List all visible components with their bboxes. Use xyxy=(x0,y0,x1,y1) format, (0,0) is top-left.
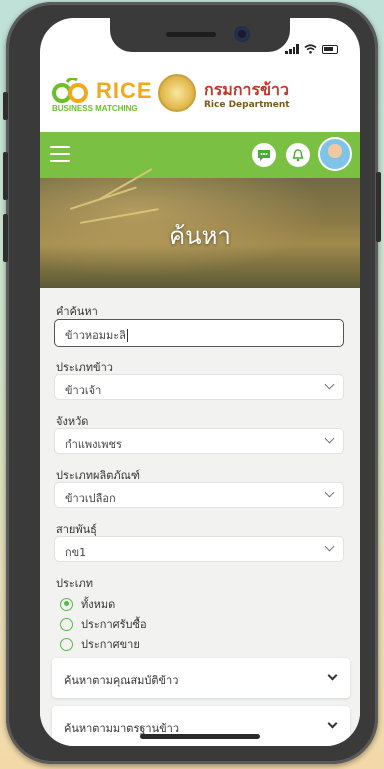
chevron-down-icon xyxy=(324,487,335,498)
radio-option-sell[interactable]: ประกาศขาย xyxy=(60,635,140,653)
hero-banner: ค้นหา xyxy=(40,168,360,288)
volume-down-button xyxy=(3,214,8,262)
notch xyxy=(110,18,290,52)
rice-type-value: ข้าวเจ้า xyxy=(65,384,102,397)
screen: RICE BUSINESS MATCHING กรมการข้าว Rice D… xyxy=(40,18,360,746)
speaker xyxy=(166,32,216,37)
chevron-down-icon xyxy=(327,670,338,681)
chevron-down-icon xyxy=(327,718,338,729)
radio-label: ประกาศขาย xyxy=(81,638,140,651)
accordion-rice-properties[interactable]: ค้นหาตามคุณสมบัติข้าว xyxy=(52,658,350,698)
rice-business-matching-logo[interactable]: RICE BUSINESS MATCHING xyxy=(52,76,152,116)
rice-type-select[interactable]: ข้าวเจ้า xyxy=(54,374,344,400)
radio-button[interactable] xyxy=(60,597,73,611)
battery-icon xyxy=(322,44,338,54)
keyword-value: ข้าวหอมมะลิ xyxy=(65,329,126,342)
radio-button[interactable] xyxy=(60,637,73,651)
variety-value: กข1 xyxy=(65,546,87,559)
signal-icon xyxy=(285,44,299,54)
rbm-logo-text: RICE xyxy=(96,78,153,103)
province-select[interactable]: กำแพงเพชร xyxy=(54,428,344,454)
rbm-logo-subtext: BUSINESS MATCHING xyxy=(52,104,138,113)
search-form: คำค้นหา ข้าวหอมมะลิ ประเภทข้าว ข้าวเจ้า … xyxy=(40,288,360,746)
page-title: ค้นหา xyxy=(169,222,231,250)
radio-option-buy[interactable]: ประกาศรับซื้อ xyxy=(60,615,147,633)
kind-label: ประเภท xyxy=(56,577,94,590)
radio-button[interactable] xyxy=(60,617,73,631)
radio-label: ประกาศรับซื้อ xyxy=(81,618,147,631)
chevron-down-icon xyxy=(324,433,335,444)
home-indicator[interactable] xyxy=(140,734,260,739)
chevron-down-icon xyxy=(324,379,335,390)
wifi-icon xyxy=(304,44,317,54)
camera xyxy=(234,26,250,42)
power-button xyxy=(376,172,381,242)
radio-option-all[interactable]: ทั้งหมด xyxy=(60,595,115,613)
keyword-label: คำค้นหา xyxy=(56,305,98,318)
department-subtitle: Rice Department xyxy=(204,100,290,110)
notification-button[interactable] xyxy=(286,143,310,167)
province-value: กำแพงเพชร xyxy=(65,438,122,451)
nav-bar xyxy=(40,132,360,178)
product-type-value: ข้าวเปลือก xyxy=(65,492,116,505)
phone-frame: RICE BUSINESS MATCHING กรมการข้าว Rice D… xyxy=(3,2,381,764)
keyword-input[interactable]: ข้าวหอมมะลิ xyxy=(54,319,344,347)
mute-switch xyxy=(3,92,8,120)
variety-select[interactable]: กข1 xyxy=(54,536,344,562)
rbm-logo-mark-icon xyxy=(52,78,88,103)
avatar[interactable] xyxy=(318,137,352,171)
chat-button[interactable] xyxy=(252,143,276,167)
accordion-rice-standard[interactable]: ค้นหาตามมาตรฐานข้าว xyxy=(52,706,350,746)
rice-department-seal-icon xyxy=(158,74,196,112)
chevron-down-icon xyxy=(324,541,335,552)
bell-icon xyxy=(292,148,304,161)
menu-icon[interactable] xyxy=(50,146,70,162)
status-bar xyxy=(285,44,338,54)
accordion-label: ค้นหาตามคุณสมบัติข้าว xyxy=(64,674,179,687)
volume-up-button xyxy=(3,152,8,200)
chat-icon xyxy=(258,149,270,161)
brand-header: RICE BUSINESS MATCHING กรมการข้าว Rice D… xyxy=(40,66,360,122)
product-type-select[interactable]: ข้าวเปลือก xyxy=(54,482,344,508)
radio-label: ทั้งหมด xyxy=(81,598,116,611)
